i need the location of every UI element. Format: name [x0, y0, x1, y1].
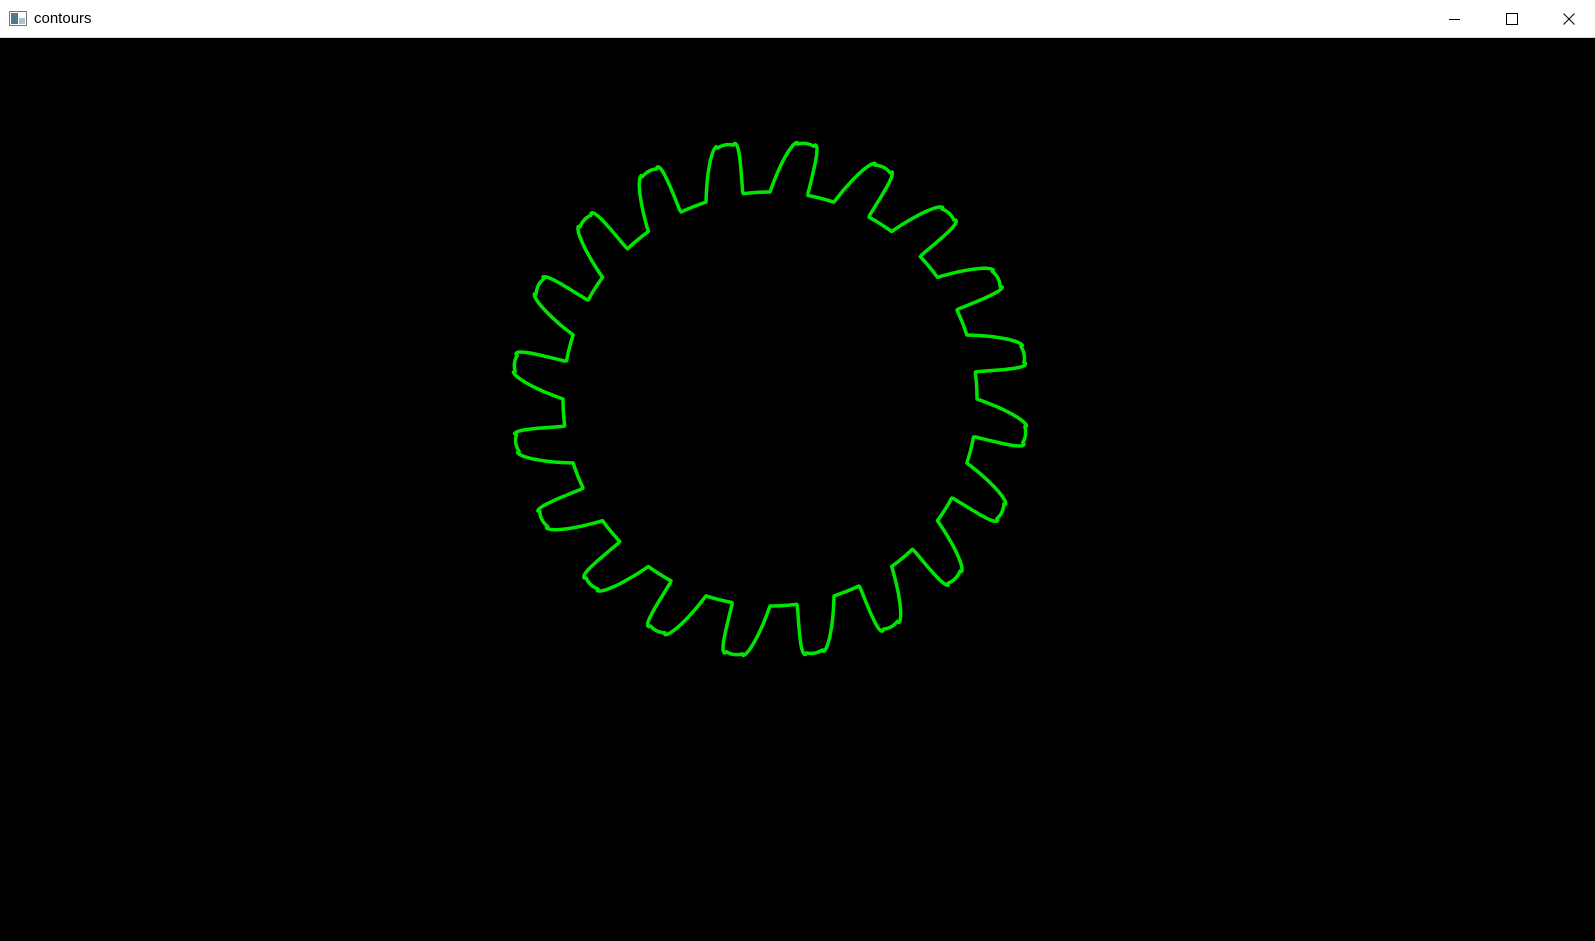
close-button[interactable]: [1540, 0, 1595, 38]
maximize-button[interactable]: [1483, 0, 1540, 38]
app-window: contours: [0, 0, 1595, 941]
app-icon[interactable]: [9, 11, 27, 26]
window-title: contours: [34, 10, 92, 27]
gear-contour: [511, 140, 1029, 658]
minimize-button[interactable]: [1426, 0, 1483, 38]
close-icon: [1562, 13, 1575, 25]
contour-drawing: [511, 140, 1029, 658]
minimize-icon: [1448, 19, 1460, 20]
image-canvas: [0, 39, 1595, 941]
maximize-icon: [1505, 13, 1518, 25]
title-bar[interactable]: contours: [0, 0, 1595, 38]
